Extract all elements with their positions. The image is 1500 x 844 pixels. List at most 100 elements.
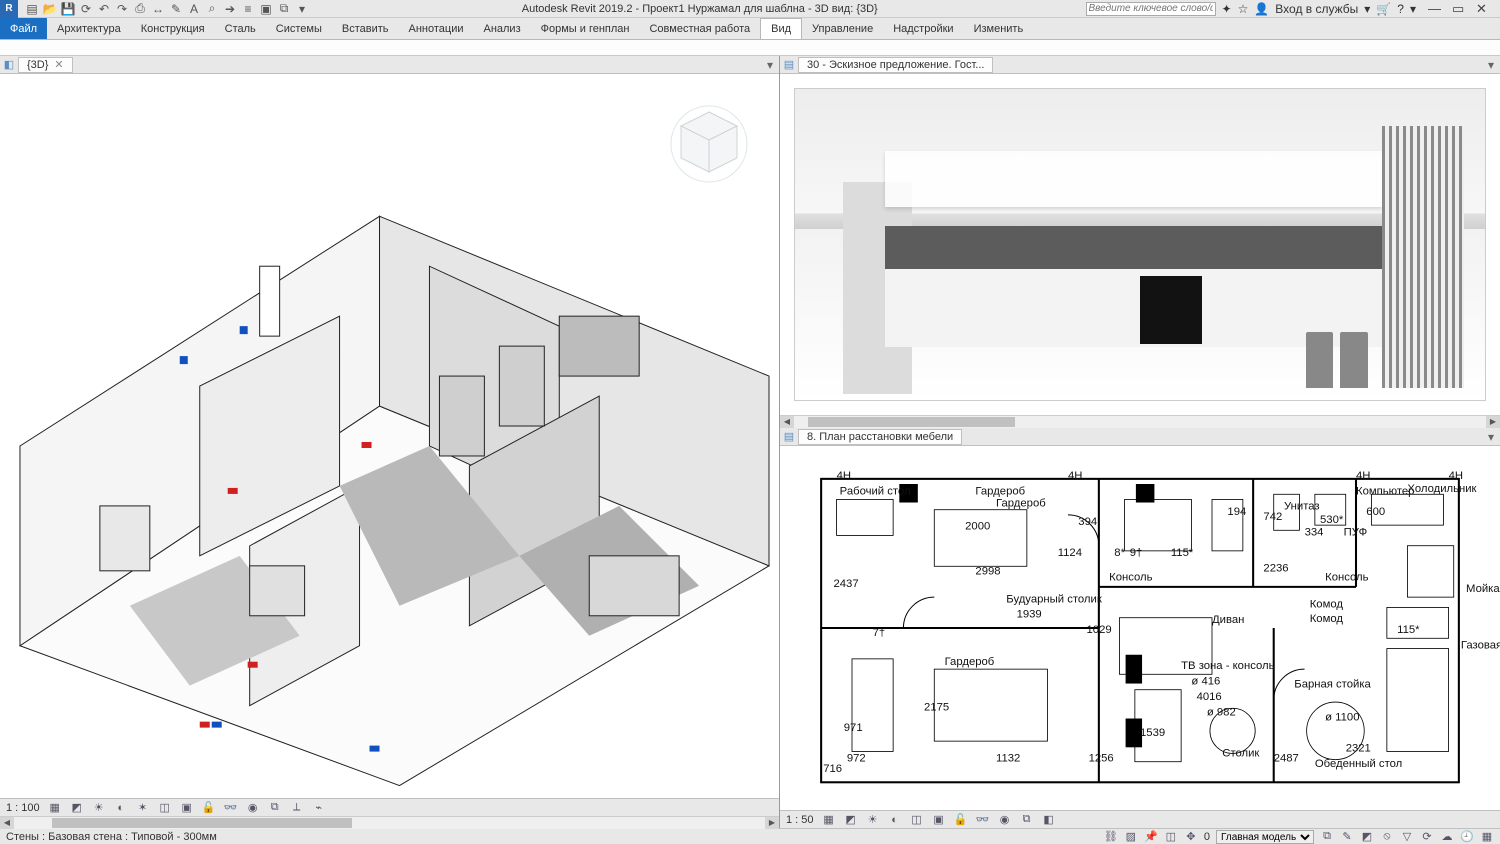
restore-icon[interactable]: ▭ [1452, 1, 1470, 17]
visual-style-icon[interactable]: ◩ [844, 813, 858, 827]
shadows-icon[interactable]: ◐ [888, 813, 902, 827]
editable-only-icon[interactable]: ✎ [1340, 830, 1354, 844]
redo-icon[interactable]: ↷ [114, 1, 130, 17]
selection-count-icon[interactable]: ▦ [1480, 830, 1494, 844]
viewtab-plan[interactable]: 8. План расстановки мебели [798, 429, 962, 445]
search-input[interactable] [1086, 2, 1216, 16]
close-icon[interactable]: ✕ [1476, 1, 1494, 17]
tab-structure[interactable]: Конструкция [131, 18, 215, 39]
crop-region-icon[interactable]: ▣ [180, 801, 194, 815]
arrow-icon[interactable]: ➔ [222, 1, 238, 17]
tab-annotate[interactable]: Аннотации [399, 18, 474, 39]
detail-level-icon[interactable]: ▦ [822, 813, 836, 827]
viewtab-render[interactable]: 30 - Эскизное предложение. Гост... [798, 57, 993, 73]
save-icon[interactable]: 💾 [60, 1, 76, 17]
tab-view[interactable]: Вид [760, 18, 802, 39]
tab-massing[interactable]: Формы и генплан [531, 18, 640, 39]
scrollbar-h-3d[interactable]: ◀ ▶ [0, 816, 779, 828]
unlock-icon[interactable]: 🔓 [202, 801, 216, 815]
select-links-icon[interactable]: ⛓ [1104, 830, 1118, 844]
select-face-icon[interactable]: ◫ [1164, 830, 1178, 844]
measure-icon[interactable]: ✎ [168, 1, 184, 17]
scroll-right-icon[interactable]: ▶ [1486, 416, 1500, 428]
temp-hide-icon[interactable]: 👓 [224, 801, 238, 815]
signin-label[interactable]: Вход в службы [1275, 2, 1358, 16]
canvas-plan[interactable]: Рабочий стол Гардероб Гардероб Унитаз Хо… [780, 446, 1500, 810]
tab-manage[interactable]: Управление [802, 18, 883, 39]
file-icon[interactable]: ▤ [24, 1, 40, 17]
user-icon[interactable]: 👤 [1254, 2, 1269, 16]
cart-icon[interactable]: 🛒 [1376, 2, 1391, 16]
favorites-icon[interactable]: ☆ [1238, 2, 1249, 16]
canvas-3d[interactable] [0, 74, 779, 798]
scroll-right-icon[interactable]: ▶ [765, 817, 779, 829]
print-icon[interactable]: ⎙ [132, 1, 148, 17]
maximize-view-icon[interactable]: ▾ [1484, 430, 1498, 444]
tab-collaborate[interactable]: Совместная работа [639, 18, 760, 39]
text-icon[interactable]: A [186, 1, 202, 17]
crop-view-icon[interactable]: ◫ [910, 813, 924, 827]
drag-icon[interactable]: ✥ [1184, 830, 1198, 844]
tab-insert[interactable]: Вставить [332, 18, 399, 39]
reveal-icon[interactable]: ◉ [246, 801, 260, 815]
communicate-icon[interactable]: ✦ [1222, 2, 1232, 16]
select-underlay-icon[interactable]: ▨ [1124, 830, 1138, 844]
worksharing-icon[interactable]: ⧉ [268, 801, 282, 815]
open-icon[interactable]: 📂 [42, 1, 58, 17]
crop-view-icon[interactable]: ◫ [158, 801, 172, 815]
analytical-icon[interactable]: ⌁ [312, 801, 326, 815]
unlock-icon[interactable]: 🔓 [954, 813, 968, 827]
canvas-render[interactable] [780, 74, 1500, 415]
minimize-icon[interactable]: — [1428, 1, 1446, 16]
dim-icon[interactable]: ↔ [150, 1, 166, 17]
dropdown-icon[interactable]: ▾ [294, 1, 310, 17]
scroll-left-icon[interactable]: ◀ [0, 817, 14, 829]
model-selector[interactable]: Главная модель [1216, 830, 1314, 844]
maximize-view-icon[interactable]: ▾ [1484, 58, 1498, 72]
viewcube[interactable] [669, 104, 749, 184]
scale-label[interactable]: 1 : 50 [786, 814, 814, 826]
signin-dropdown-icon[interactable]: ▾ [1364, 2, 1370, 16]
fit-icon[interactable]: ⌕ [204, 1, 220, 17]
reveal-icon[interactable]: ◉ [998, 813, 1012, 827]
worksharing-icon[interactable]: ⧉ [1020, 813, 1034, 827]
select-pinned-icon[interactable]: 📌 [1144, 830, 1158, 844]
tab-addins[interactable]: Надстройки [883, 18, 963, 39]
color-fill-icon[interactable]: ◧ [1042, 813, 1056, 827]
close-icon[interactable]: ✕ [54, 58, 63, 72]
visual-style-icon[interactable]: ◩ [70, 801, 84, 815]
design-options-icon[interactable]: ◩ [1360, 830, 1374, 844]
help-dropdown-icon[interactable]: ▾ [1410, 2, 1416, 16]
crop-region-icon[interactable]: ▣ [932, 813, 946, 827]
thin-lines-icon[interactable]: ≡ [240, 1, 256, 17]
scroll-left-icon[interactable]: ◀ [780, 416, 794, 428]
switch-windows-icon[interactable]: ⧉ [276, 1, 292, 17]
shadows-icon[interactable]: ◐ [114, 801, 128, 815]
sun-icon[interactable]: ☀ [92, 801, 106, 815]
viewtab-3d[interactable]: {3D} ✕ [18, 57, 73, 73]
workset-icon[interactable]: ⧉ [1320, 830, 1334, 844]
detail-level-icon[interactable]: ▦ [48, 801, 62, 815]
filter-icon[interactable]: ▽ [1400, 830, 1414, 844]
tab-architecture[interactable]: Архитектура [47, 18, 131, 39]
undo-icon[interactable]: ↶ [96, 1, 112, 17]
constraints-icon[interactable]: ⟂ [290, 801, 304, 815]
tab-modify[interactable]: Изменить [964, 18, 1034, 39]
tab-file[interactable]: Файл [0, 18, 47, 39]
cloud-icon[interactable]: ☁ [1440, 830, 1454, 844]
app-logo[interactable]: R [0, 0, 18, 18]
scrollbar-h-render[interactable]: ◀ ▶ [780, 415, 1500, 427]
sun-icon[interactable]: ☀ [866, 813, 880, 827]
exclude-icon[interactable]: ⦸ [1380, 830, 1394, 844]
maximize-view-icon[interactable]: ▾ [763, 58, 777, 72]
scale-label[interactable]: 1 : 100 [6, 802, 40, 814]
temp-hide-icon[interactable]: 👓 [976, 813, 990, 827]
sync-status-icon[interactable]: ⟳ [1420, 830, 1434, 844]
tab-steel[interactable]: Сталь [215, 18, 266, 39]
render-icon[interactable]: ✶ [136, 801, 150, 815]
history-icon[interactable]: 🕘 [1460, 830, 1474, 844]
tab-systems[interactable]: Системы [266, 18, 332, 39]
close-hidden-icon[interactable]: ▣ [258, 1, 274, 17]
tab-analyze[interactable]: Анализ [473, 18, 530, 39]
help-icon[interactable]: ? [1397, 2, 1404, 16]
